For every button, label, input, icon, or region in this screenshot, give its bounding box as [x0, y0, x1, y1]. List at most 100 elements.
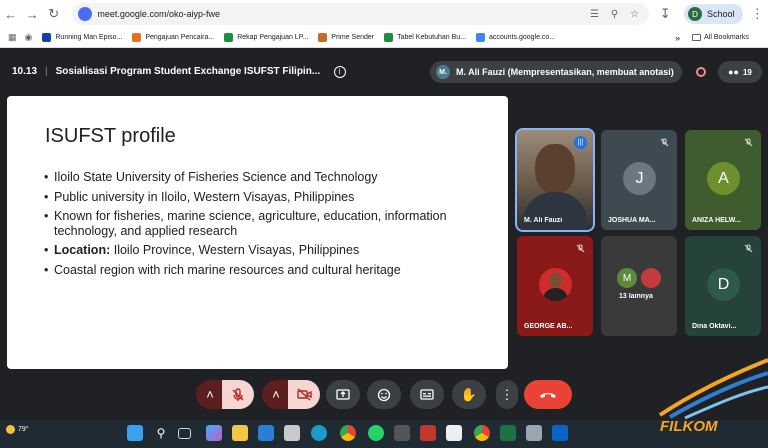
- meeting-time: 10.13: [12, 66, 38, 77]
- calculator-icon[interactable]: [394, 425, 410, 441]
- mic-options-button[interactable]: ˄: [196, 380, 224, 409]
- bookmark-item[interactable]: Tabel Kebutuhan Bu...: [384, 33, 466, 42]
- copilot-icon[interactable]: [206, 425, 222, 441]
- slide-bullet: • Public university in Iloilo, Western Vi…: [44, 190, 464, 205]
- back-icon[interactable]: ←: [0, 3, 21, 25]
- address-bar[interactable]: meet.google.com/oko-aiyp-fwe ☰ ⚲ ☆: [72, 3, 649, 25]
- reload-icon[interactable]: ↻: [43, 3, 64, 25]
- bookmark-label: accounts.google.co...: [488, 34, 556, 41]
- presenter-avatar: M.: [436, 65, 450, 79]
- participant-tile[interactable]: A ANIZA HELW...: [685, 130, 761, 230]
- speaking-icon: |||: [574, 136, 587, 149]
- bookmark-item[interactable]: Running Man Episo...: [42, 33, 122, 42]
- participant-name: 13 lainnya: [619, 293, 653, 300]
- info-icon[interactable]: i: [333, 65, 346, 78]
- excel-icon[interactable]: [500, 425, 516, 441]
- bookmark-favicon-icon: [224, 33, 234, 42]
- meeting-title: Sosialisasi Program Student Exchange ISU…: [55, 66, 321, 77]
- mic-muted-icon: [742, 242, 755, 255]
- search-icon[interactable]: ⚲: [153, 425, 169, 441]
- app-icon-3[interactable]: [446, 425, 462, 441]
- recording-icon[interactable]: [690, 62, 712, 82]
- presenter-chip[interactable]: M. M. Ali Fauzi (Mempresentasikan, membu…: [430, 61, 682, 83]
- bookmark-item[interactable]: Rekap Pengajuan LP...: [224, 33, 308, 42]
- app-icon-2[interactable]: [420, 425, 436, 441]
- slide-bullet: • Location: Iloilo Province, Western Visa…: [44, 243, 464, 258]
- forward-icon[interactable]: →: [21, 3, 42, 25]
- bookmark-label: Rekap Pengajuan LP...: [237, 34, 309, 41]
- slide-bullet: • Known for fisheries, marine science, ag…: [44, 209, 464, 238]
- emoji-reaction-button[interactable]: [367, 380, 401, 409]
- camera-options-button[interactable]: ˄: [262, 380, 290, 409]
- task-view-icon[interactable]: [178, 428, 191, 439]
- more-bookmarks-icon[interactable]: »: [675, 33, 680, 43]
- participant-count: 19: [742, 67, 752, 77]
- bullet-dot: •: [44, 189, 49, 204]
- apps-icon[interactable]: ▦: [8, 32, 17, 43]
- browser-toolbar: ← → ↻ meet.google.com/oko-aiyp-fwe ☰ ⚲ ☆…: [0, 0, 768, 28]
- leave-call-button[interactable]: [524, 380, 572, 409]
- bookmark-favicon-icon: [132, 33, 142, 42]
- all-bookmarks[interactable]: All Bookmarks: [692, 34, 749, 41]
- bullet-dot: •: [44, 243, 49, 257]
- translate-icon[interactable]: ☰: [587, 6, 603, 22]
- bookmark-item[interactable]: Prime Sender: [318, 33, 374, 42]
- mic-off-button[interactable]: [222, 380, 254, 409]
- watermark-swirl: [658, 358, 768, 420]
- participant-tile[interactable]: GEORGE AB...: [517, 236, 593, 336]
- captions-button[interactable]: [410, 380, 444, 409]
- participant-tile[interactable]: D Dina Oktavi...: [685, 236, 761, 336]
- start-icon[interactable]: [127, 425, 143, 441]
- camera-off-button[interactable]: [288, 380, 320, 409]
- participant-name: Dina Oktavi...: [692, 323, 737, 330]
- globe-icon[interactable]: ◉: [25, 32, 33, 43]
- mic-muted-icon: [742, 136, 755, 149]
- participant-name: M. Ali Fauzi: [524, 217, 563, 224]
- participant-tile[interactable]: M 13 lainnya: [601, 236, 677, 336]
- file-explorer-icon[interactable]: [232, 425, 248, 441]
- edge-icon[interactable]: [311, 425, 327, 441]
- present-screen-button[interactable]: [326, 380, 360, 409]
- zoom-icon[interactable]: ⚲: [607, 6, 623, 22]
- bullet-dot: •: [44, 209, 49, 223]
- mic-muted-icon: [658, 136, 671, 149]
- slide-title: ISUFST profile: [45, 125, 176, 147]
- chrome-icon[interactable]: [340, 425, 356, 441]
- bookmark-item[interactable]: Pengajuan Pencaira...: [132, 33, 214, 42]
- emoji-icon: [377, 388, 391, 401]
- bookmark-favicon-icon: [318, 33, 328, 42]
- outlook-icon[interactable]: [552, 425, 568, 441]
- store-icon[interactable]: [258, 425, 274, 441]
- windows-taskbar: [0, 420, 768, 448]
- participant-name: JOSHUA MA...: [608, 217, 656, 224]
- site-info-icon[interactable]: [78, 7, 93, 21]
- bookmark-favicon-icon: [475, 33, 485, 42]
- bullet-body: Known for fisheries, marine science, agr…: [54, 209, 464, 238]
- chrome-profile-icon[interactable]: [474, 425, 490, 441]
- raise-hand-button[interactable]: ✋: [452, 380, 486, 409]
- participant-name: GEORGE AB...: [524, 323, 573, 330]
- menu-icon[interactable]: ⋮: [747, 3, 768, 25]
- weather-icon: [6, 425, 15, 434]
- participant-tile[interactable]: J JOSHUA MA...: [601, 130, 677, 230]
- bookmark-item[interactable]: accounts.google.co...: [475, 33, 556, 42]
- participant-avatar: M: [617, 268, 637, 288]
- bookmark-star-icon[interactable]: ☆: [627, 6, 643, 22]
- hand-icon: ✋: [460, 386, 478, 402]
- participants-button[interactable]: ●● 19: [718, 61, 762, 83]
- bullet-dot: •: [44, 170, 49, 184]
- participant-video: [535, 144, 575, 194]
- slide-bullets: • Iloilo State University of Fisheries Sc…: [44, 170, 464, 282]
- more-options-button[interactable]: ⋮: [496, 380, 518, 409]
- url-text: meet.google.com/oko-aiyp-fwe: [97, 9, 220, 19]
- profile-button[interactable]: D School: [683, 4, 743, 24]
- app-icon-1[interactable]: [284, 425, 300, 441]
- whatsapp-icon[interactable]: [368, 425, 384, 441]
- bookmarks-bar: ▦ ◉ Running Man Episo... Pengajuan Pencai…: [0, 28, 768, 48]
- app-icon-4[interactable]: [526, 425, 542, 441]
- weather-widget[interactable]: 79°: [6, 425, 29, 434]
- bullet-text: Iloilo State University of Fisheries Sci…: [54, 170, 378, 184]
- participant-tile[interactable]: ||| M. Ali Fauzi: [515, 128, 595, 232]
- bookmark-favicon-icon: [384, 33, 394, 42]
- download-icon[interactable]: ↧: [655, 3, 676, 25]
